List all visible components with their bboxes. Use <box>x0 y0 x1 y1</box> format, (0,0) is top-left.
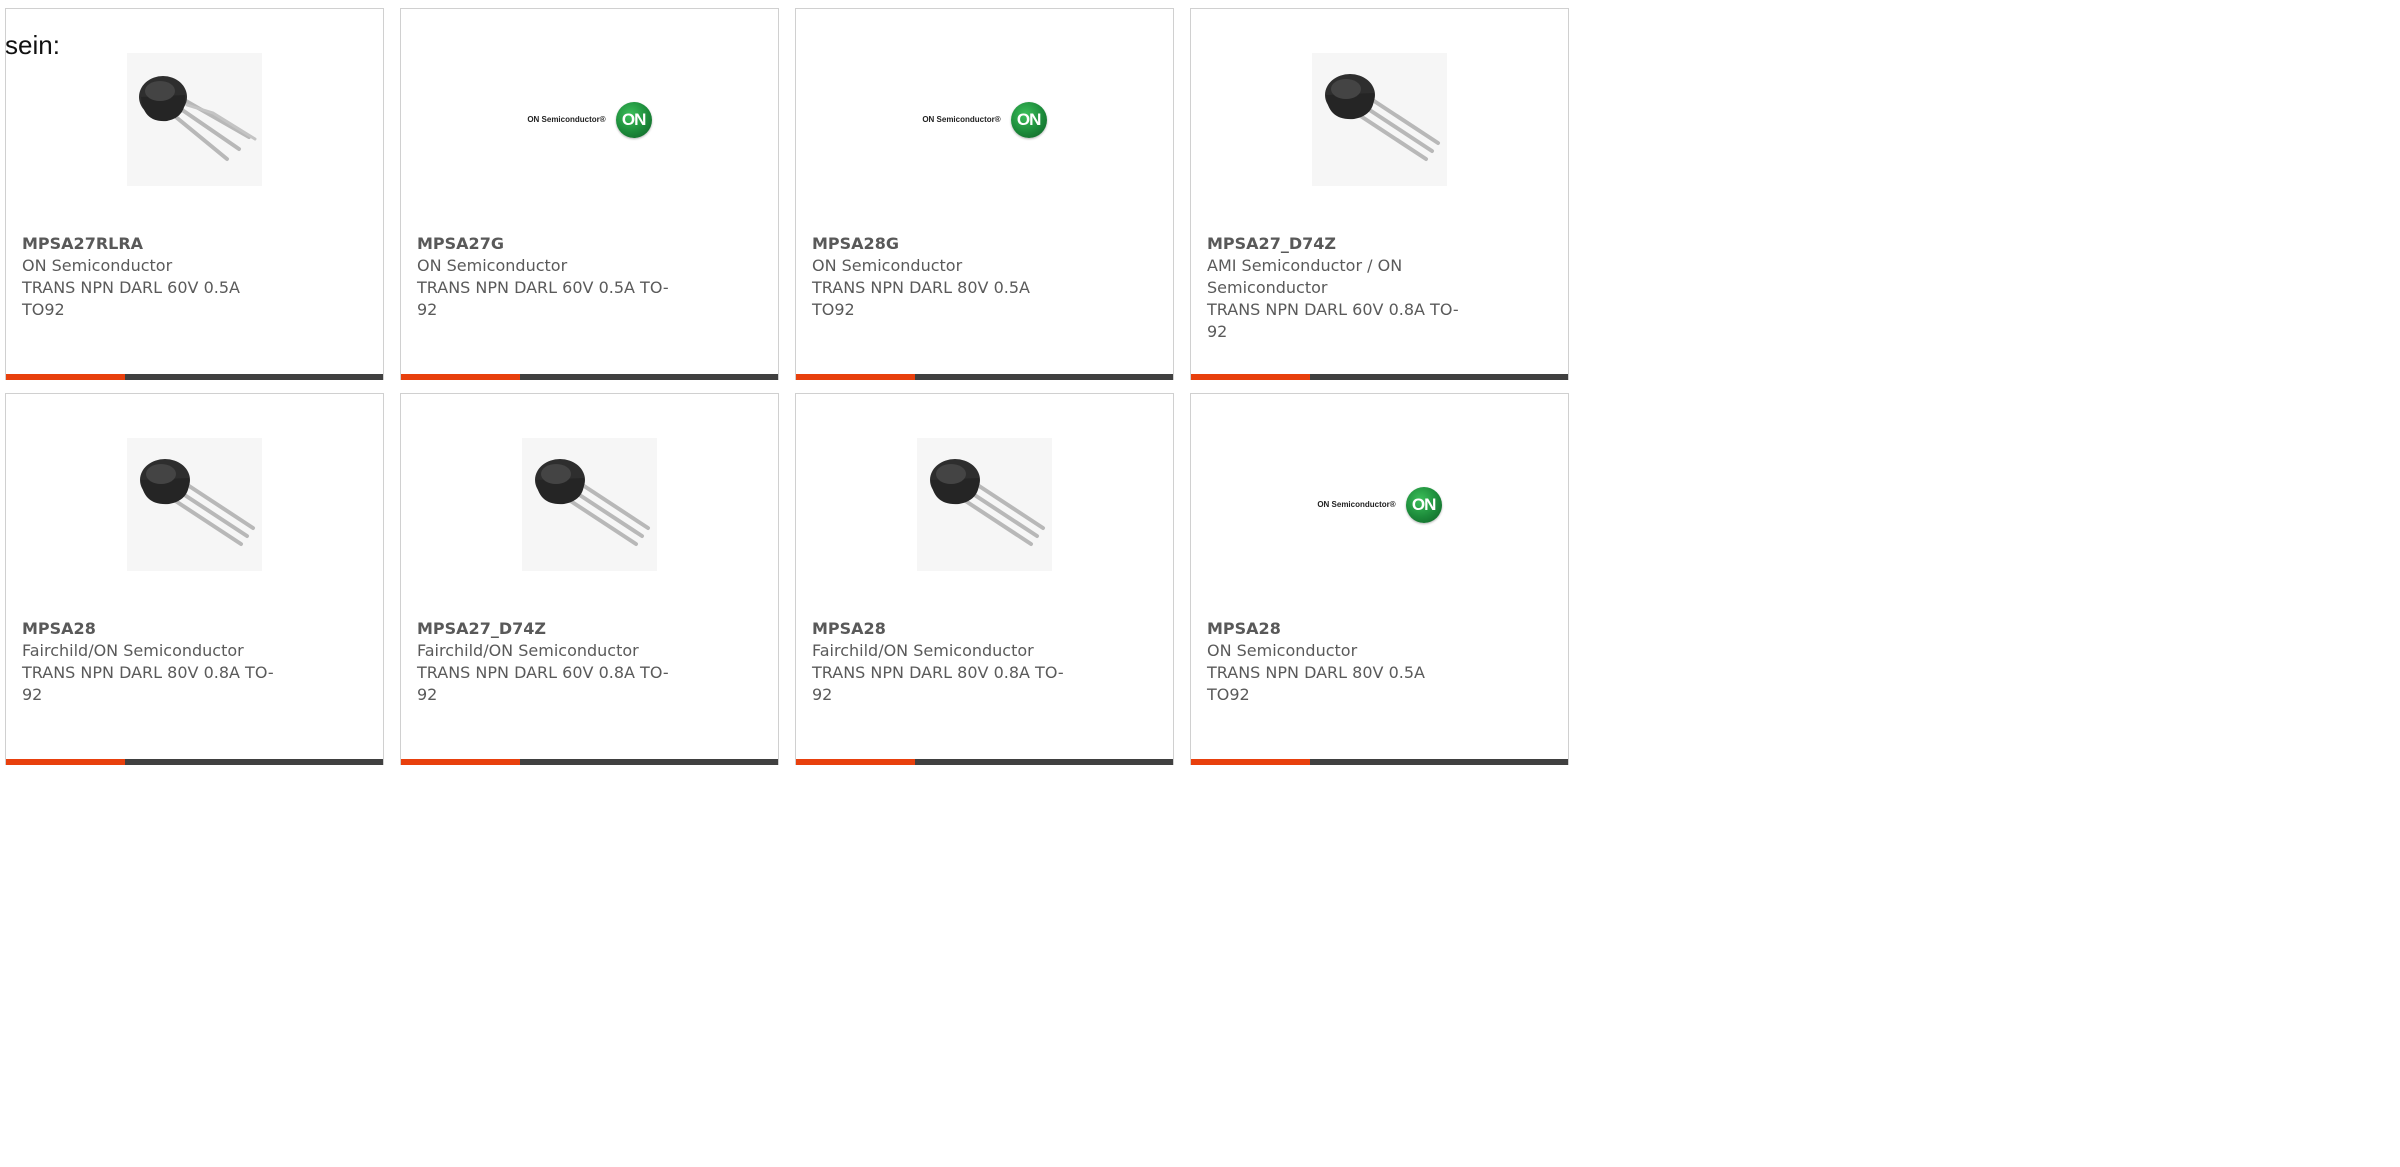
description: TRANS NPN DARL 80V 0.5A TO92 <box>1207 663 1425 704</box>
on-semi-logo: ON Semiconductor® ON <box>917 53 1052 186</box>
product-card[interactable]: ON Semiconductor® ON MPSA27G ON Semicond… <box>400 8 779 380</box>
card-bar <box>1191 759 1568 765</box>
manufacturer: ON Semiconductor <box>417 256 568 275</box>
part-number[interactable]: MPSA28 <box>22 618 284 640</box>
manufacturer: ON Semiconductor <box>812 256 963 275</box>
product-card[interactable]: MPSA27_D74Z AMI Semiconductor / ON Semic… <box>1190 8 1569 380</box>
manufacturer: AMI Semiconductor / ON Semiconductor <box>1207 256 1403 297</box>
product-card[interactable]: ON Semiconductor® ON MPSA28G ON Semicond… <box>795 8 1174 380</box>
card-bar <box>796 374 1173 380</box>
transistor-image <box>1312 53 1447 186</box>
part-number[interactable]: MPSA28G <box>812 233 1074 255</box>
on-logo-icon: ON <box>615 101 652 138</box>
description: TRANS NPN DARL 60V 0.5A TO92 <box>22 278 240 319</box>
transistor-image <box>522 438 657 571</box>
card-bar-accent <box>401 374 520 380</box>
part-number[interactable]: MPSA27_D74Z <box>1207 233 1469 255</box>
product-card[interactable]: MPSA28 Fairchild/ON Semiconductor TRANS … <box>795 393 1174 765</box>
description: TRANS NPN DARL 80V 0.8A TO-92 <box>22 663 274 704</box>
product-card[interactable]: ON Semiconductor® ON MPSA28 ON Semicondu… <box>1190 393 1569 765</box>
description: TRANS NPN DARL 60V 0.8A TO-92 <box>1207 300 1459 341</box>
part-number[interactable]: MPSA27_D74Z <box>417 618 679 640</box>
part-number[interactable]: MPSA28 <box>1207 618 1469 640</box>
part-number[interactable]: MPSA27RLRA <box>22 233 284 255</box>
card-bar <box>796 759 1173 765</box>
card-bar-accent <box>6 759 125 765</box>
manufacturer: ON Semiconductor <box>1207 641 1358 660</box>
card-bar-accent <box>1191 759 1310 765</box>
card-bar-accent <box>401 759 520 765</box>
description: TRANS NPN DARL 80V 0.5A TO92 <box>812 278 1030 319</box>
card-bar-accent <box>1191 374 1310 380</box>
part-number[interactable]: MPSA28 <box>812 618 1074 640</box>
transistor-image <box>127 438 262 571</box>
product-grid: MPSA27RLRA ON Semiconductor TRANS NPN DA… <box>5 8 1569 765</box>
transistor-image <box>917 438 1052 571</box>
card-bar-accent <box>6 374 125 380</box>
logo-text: ON Semiconductor® <box>1317 500 1396 509</box>
transistor-image <box>127 53 262 186</box>
manufacturer: ON Semiconductor <box>22 256 173 275</box>
card-bar <box>6 374 383 380</box>
card-bar <box>6 759 383 765</box>
product-card[interactable]: MPSA27RLRA ON Semiconductor TRANS NPN DA… <box>5 8 384 380</box>
card-bar-accent <box>796 374 915 380</box>
description: TRANS NPN DARL 60V 0.5A TO-92 <box>417 278 669 319</box>
card-bar <box>401 759 778 765</box>
card-bar-accent <box>796 759 915 765</box>
part-number[interactable]: MPSA27G <box>417 233 679 255</box>
description: TRANS NPN DARL 60V 0.8A TO-92 <box>417 663 669 704</box>
card-bar <box>401 374 778 380</box>
card-bar <box>1191 374 1568 380</box>
logo-text: ON Semiconductor® <box>922 115 1001 124</box>
logo-text: ON Semiconductor® <box>527 115 606 124</box>
on-semi-logo: ON Semiconductor® ON <box>522 53 657 186</box>
product-card[interactable]: MPSA27_D74Z Fairchild/ON Semiconductor T… <box>400 393 779 765</box>
on-logo-icon: ON <box>1010 101 1047 138</box>
on-semi-logo: ON Semiconductor® ON <box>1312 438 1447 571</box>
description: TRANS NPN DARL 80V 0.8A TO-92 <box>812 663 1064 704</box>
product-card[interactable]: MPSA28 Fairchild/ON Semiconductor TRANS … <box>5 393 384 765</box>
lead-text: sein: <box>5 30 60 60</box>
on-logo-icon: ON <box>1405 486 1442 523</box>
manufacturer: Fairchild/ON Semiconductor <box>22 641 244 660</box>
manufacturer: Fairchild/ON Semiconductor <box>812 641 1034 660</box>
manufacturer: Fairchild/ON Semiconductor <box>417 641 639 660</box>
